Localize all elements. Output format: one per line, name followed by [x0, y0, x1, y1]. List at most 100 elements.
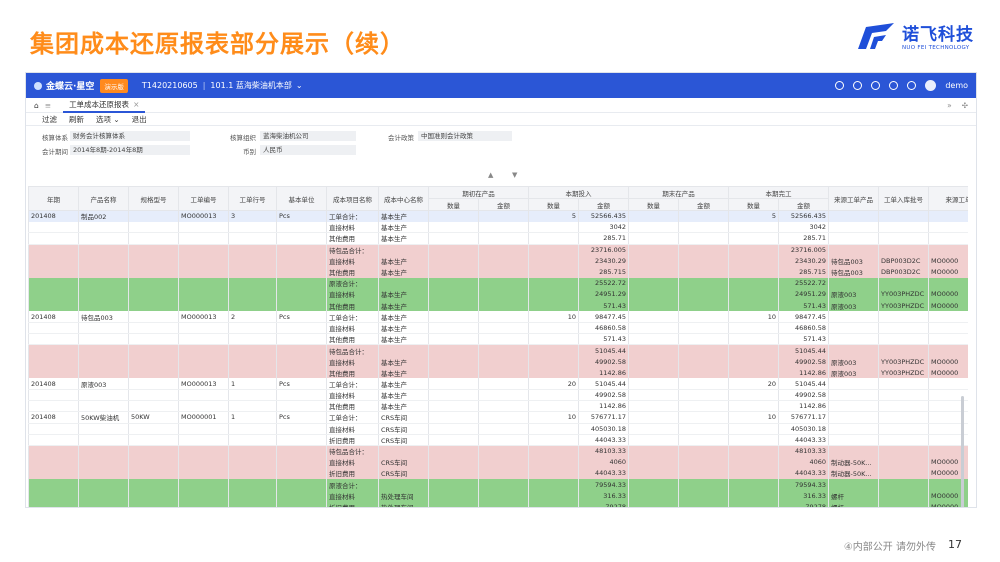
header-cell[interactable]: 金额: [778, 198, 829, 211]
table-cell: [628, 445, 679, 457]
table-cell: [178, 445, 229, 457]
header-cell[interactable]: 工单入库批号: [878, 186, 929, 211]
table-cell: [276, 322, 327, 335]
period-field[interactable]: 2014年8期-2014年8期: [70, 145, 190, 155]
table-cell: [276, 434, 327, 446]
header-cell[interactable]: 数量: [428, 198, 479, 211]
header-cell[interactable]: 数量: [628, 198, 679, 211]
table-row[interactable]: 待包品合计： 23716.005 23716.005: [28, 244, 968, 256]
policy-field[interactable]: 中国准则会计政策: [418, 131, 512, 141]
chevron-down-icon[interactable]: ⌄: [296, 81, 303, 90]
table-cell: DBP003D2C: [878, 255, 929, 267]
table-row[interactable]: 折旧费用 热处理车间 79278 79278 螺杆 MO0000: [28, 501, 968, 507]
bell-icon[interactable]: [853, 81, 863, 90]
table-row[interactable]: 其他费用 基本生产 285.715 285.715 待包品003 DBP003D2C MO0…: [28, 266, 968, 278]
table-row[interactable]: 其他费用 基本生产 571.43 571.43 原液003 YY003PHZDC MO000…: [28, 300, 968, 312]
table-cell: 基本生产: [378, 232, 429, 245]
header-cell[interactable]: 产品名称: [78, 186, 129, 211]
table-cell: [178, 322, 229, 335]
table-cell: [378, 244, 429, 256]
header-cell[interactable]: 规格型号: [128, 186, 179, 211]
header-cell[interactable]: 金额: [678, 198, 729, 211]
vertical-scrollbar[interactable]: [961, 396, 964, 507]
table-cell: [528, 288, 579, 300]
exit-button[interactable]: 退出: [132, 114, 147, 125]
table-row[interactable]: 其他费用 基本生产 285.71 285.71: [28, 232, 968, 245]
table-cell: [678, 244, 729, 256]
table-row[interactable]: 直接材料 CRS车间 4060 4060 制动器-50K... MO0000: [28, 456, 968, 468]
table-row[interactable]: 直接材料 基本生产 3042 3042: [28, 221, 968, 234]
table-cell: MO000001: [178, 411, 229, 424]
table-row[interactable]: 直接材料 基本生产 23430.29 23430.29 待包品003 DBP003D2C M…: [28, 255, 968, 267]
apps-icon[interactable]: [907, 81, 917, 90]
table-row[interactable]: 201408 50KW柴油机 50KW MO000001 1 Pcs 工单合计： CRS车间 1…: [28, 411, 968, 424]
acct-org-field[interactable]: 蓝海柴油机公司: [260, 131, 356, 141]
account-code[interactable]: T1420210605: [142, 81, 198, 90]
header-cell[interactable]: 基本单位: [276, 186, 327, 211]
table-cell: 热处理车间: [378, 501, 429, 507]
org-selector[interactable]: 101.1 蓝海柴油机本部: [210, 80, 291, 91]
table-row[interactable]: 其他费用 基本生产 1142.86 1142.86 原液003 YY003PHZDC MO0…: [28, 367, 968, 379]
header-cell[interactable]: 金额: [478, 198, 529, 211]
table-row[interactable]: 原液合计： 79594.33 79594.33: [28, 479, 968, 491]
table-cell: [28, 467, 79, 479]
menu-icon[interactable]: ≡: [45, 101, 51, 110]
table-row[interactable]: 其他费用 基本生产 571.43 571.43: [28, 333, 968, 346]
table-row[interactable]: 直接材料 基本生产 46860.58 46860.58: [28, 322, 968, 335]
table-row[interactable]: 直接材料 基本生产 49902.58 49902.58 原液003 YY003PHZDC M…: [28, 355, 968, 368]
tab-cost-report[interactable]: 工单成本还原报表 ×: [63, 98, 146, 113]
table-cell: [228, 288, 277, 300]
help-icon[interactable]: [871, 81, 881, 90]
table-cell: [878, 244, 929, 256]
table-cell: [478, 501, 529, 507]
table-row[interactable]: 直接材料 基本生产 24951.29 24951.29 原液003 YY003PHZDC M…: [28, 288, 968, 300]
search-icon[interactable]: [835, 81, 845, 90]
table-cell: [428, 255, 479, 267]
collapse-icon[interactable]: »: [947, 101, 952, 110]
table-row[interactable]: 直接材料 CRS车间 405030.18 405030.18: [28, 423, 968, 435]
table-cell: [628, 434, 679, 446]
table-row[interactable]: 直接材料 热处理车间 316.33 316.33 螺杆 MO0000: [28, 490, 968, 502]
table-cell: [78, 288, 129, 300]
table-row[interactable]: 待包品合计： 51045.44 51045.44: [28, 344, 968, 356]
header-cell[interactable]: 工单行号: [228, 186, 277, 211]
table-cell: [678, 378, 729, 391]
table-row[interactable]: 201408 原液003 MO000013 1 Pcs 工单合计： 基本生产 20 51045.…: [28, 378, 968, 391]
header-cell[interactable]: 来源工单产品: [828, 186, 879, 211]
acct-system-field[interactable]: 财务会计核算体系: [70, 131, 190, 141]
table-cell: [828, 423, 879, 435]
settings-icon[interactable]: [889, 81, 899, 90]
header-cell[interactable]: 工单编号: [178, 186, 229, 211]
table-row[interactable]: 201408 制品002 MO000013 3 Pcs 工单合计： 基本生产 5 52566.4…: [28, 210, 968, 222]
table-row[interactable]: 其他费用 基本生产 1142.86 1142.86: [28, 400, 968, 413]
table-cell: 其他费用: [326, 333, 379, 346]
header-cell[interactable]: 数量: [728, 198, 779, 211]
header-cell[interactable]: 成本项目名称: [326, 186, 379, 211]
table-row[interactable]: 201408 待包品003 MO000013 2 Pcs 工单合计： 基本生产 10 98477…: [28, 311, 968, 323]
header-cell[interactable]: 来源工单: [928, 186, 968, 211]
home-icon[interactable]: ⌂: [34, 101, 39, 110]
table-row[interactable]: 折旧费用 CRS车间 44043.33 44043.33 制动器-50K... MO000…: [28, 467, 968, 479]
currency-field[interactable]: 人民币: [260, 145, 356, 155]
table-row[interactable]: 待包品合计： 48103.33 48103.33: [28, 445, 968, 457]
table-cell: 基本生产: [378, 311, 429, 323]
table-row[interactable]: 折旧费用 CRS车间 44043.33 44043.33: [28, 434, 968, 446]
app-brand[interactable]: 金蝶云·星空: [34, 79, 94, 92]
filter-button[interactable]: 过滤: [42, 114, 57, 125]
header-cell[interactable]: 数量: [528, 198, 579, 211]
header-cell[interactable]: 金额: [578, 198, 629, 211]
user-name[interactable]: demo: [945, 81, 968, 90]
options-button[interactable]: 选项 ⌄: [96, 114, 120, 125]
table-row[interactable]: 直接材料 基本生产 49902.58 49902.58: [28, 389, 968, 402]
collapse-up-icon[interactable]: ▲: [488, 171, 493, 179]
header-cell[interactable]: 年期: [28, 186, 79, 211]
refresh-button[interactable]: 刷新: [69, 114, 84, 125]
table-row[interactable]: 原液合计： 25522.72 25522.72: [28, 277, 968, 289]
header-cell[interactable]: 成本中心名称: [378, 186, 429, 211]
table-cell: [528, 490, 579, 502]
close-icon[interactable]: ×: [133, 100, 139, 109]
pin-icon[interactable]: ✣: [962, 101, 968, 110]
expand-down-icon[interactable]: ▼: [512, 171, 517, 179]
table-cell: [428, 367, 479, 379]
avatar[interactable]: [925, 80, 937, 91]
